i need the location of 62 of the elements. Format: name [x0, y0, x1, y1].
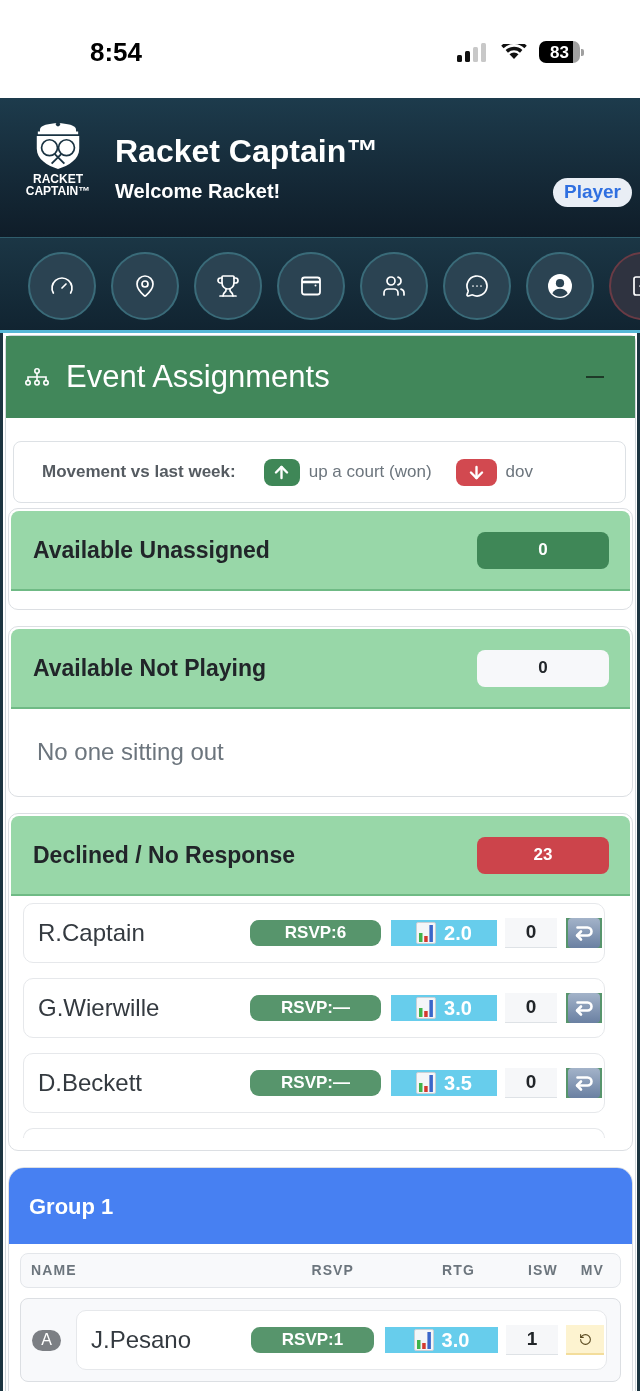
rating-value: 2.0	[444, 923, 472, 943]
column-header: RSVP	[311, 1261, 354, 1280]
column-header: NAME	[31, 1261, 78, 1280]
legend-text: up a court (won)	[308, 461, 432, 484]
return-button[interactable]	[566, 1068, 602, 1098]
logo-text: RACKET	[33, 173, 83, 185]
role-badge: Player	[552, 178, 632, 207]
rating-value: 3.0	[441, 1330, 470, 1350]
wifi-icon	[501, 44, 527, 60]
empty-message: No one sitting out	[37, 736, 224, 767]
column-header: RTG	[442, 1261, 475, 1280]
rsvp-badge: RSVP:6	[250, 920, 381, 946]
move-button[interactable]	[566, 1325, 604, 1355]
column-header: MV	[580, 1261, 604, 1280]
bar-chart-icon	[416, 1072, 437, 1094]
bar-chart-icon	[416, 997, 437, 1019]
panel-title: Event Assignments	[66, 357, 331, 396]
signal-icon	[457, 42, 487, 62]
column-header: ISW	[527, 1261, 558, 1280]
section-title: Available Not Playing	[33, 653, 267, 683]
return-button[interactable]	[566, 918, 602, 948]
count-badge: 23	[477, 836, 609, 874]
rotate-arrow-icon	[578, 1332, 592, 1346]
count-badge: 0	[477, 649, 609, 687]
up-arrow-icon	[263, 458, 300, 486]
group-title: Group 1	[29, 1192, 114, 1221]
bar-chart-icon	[413, 1329, 434, 1351]
section-title: Available Unassigned	[33, 535, 270, 565]
player-name: J.Pesano	[91, 1325, 193, 1355]
app-title: Racket Captain™	[115, 133, 380, 169]
trophy-icon	[216, 274, 240, 298]
section-title: Declined / No Response	[33, 840, 295, 870]
player-name: D.Beckett	[38, 1068, 144, 1098]
rating-value: 3.0	[444, 998, 472, 1018]
logo-text: CAPTAIN™	[25, 185, 91, 197]
player-name: R.Captain	[38, 918, 146, 948]
isw-count: 1	[506, 1325, 558, 1355]
player-name: G.Wierwille	[38, 993, 161, 1023]
calendar-icon	[299, 274, 323, 298]
rsvp-badge: RSVP:—	[250, 995, 381, 1021]
map-pin-icon	[133, 274, 157, 298]
chat-bubble-icon	[465, 274, 489, 298]
bar-chart-icon	[416, 922, 437, 944]
rating-value: 3.5	[444, 1073, 472, 1093]
status-time: 8:54	[90, 35, 144, 69]
rsvp-badge: RSVP:1	[251, 1327, 374, 1353]
user-circle-icon	[548, 274, 572, 298]
down-arrow-icon	[455, 458, 497, 486]
isw-count: 0	[505, 993, 557, 1023]
legend-text: dov	[505, 461, 533, 484]
users-icon	[382, 274, 406, 298]
isw-count: 0	[505, 918, 557, 948]
legend-label: Movement vs last week:	[42, 461, 236, 484]
welcome-text: Welcome Racket!	[115, 179, 282, 203]
isw-count: 0	[505, 1068, 557, 1098]
return-button[interactable]	[566, 993, 602, 1023]
court-badge: A	[32, 1329, 61, 1351]
minus-icon	[586, 376, 604, 378]
battery-indicator: 83	[539, 41, 584, 63]
rsvp-badge: RSVP:—	[250, 1070, 381, 1096]
count-badge: 0	[477, 531, 609, 569]
sitemap-icon	[24, 368, 50, 386]
